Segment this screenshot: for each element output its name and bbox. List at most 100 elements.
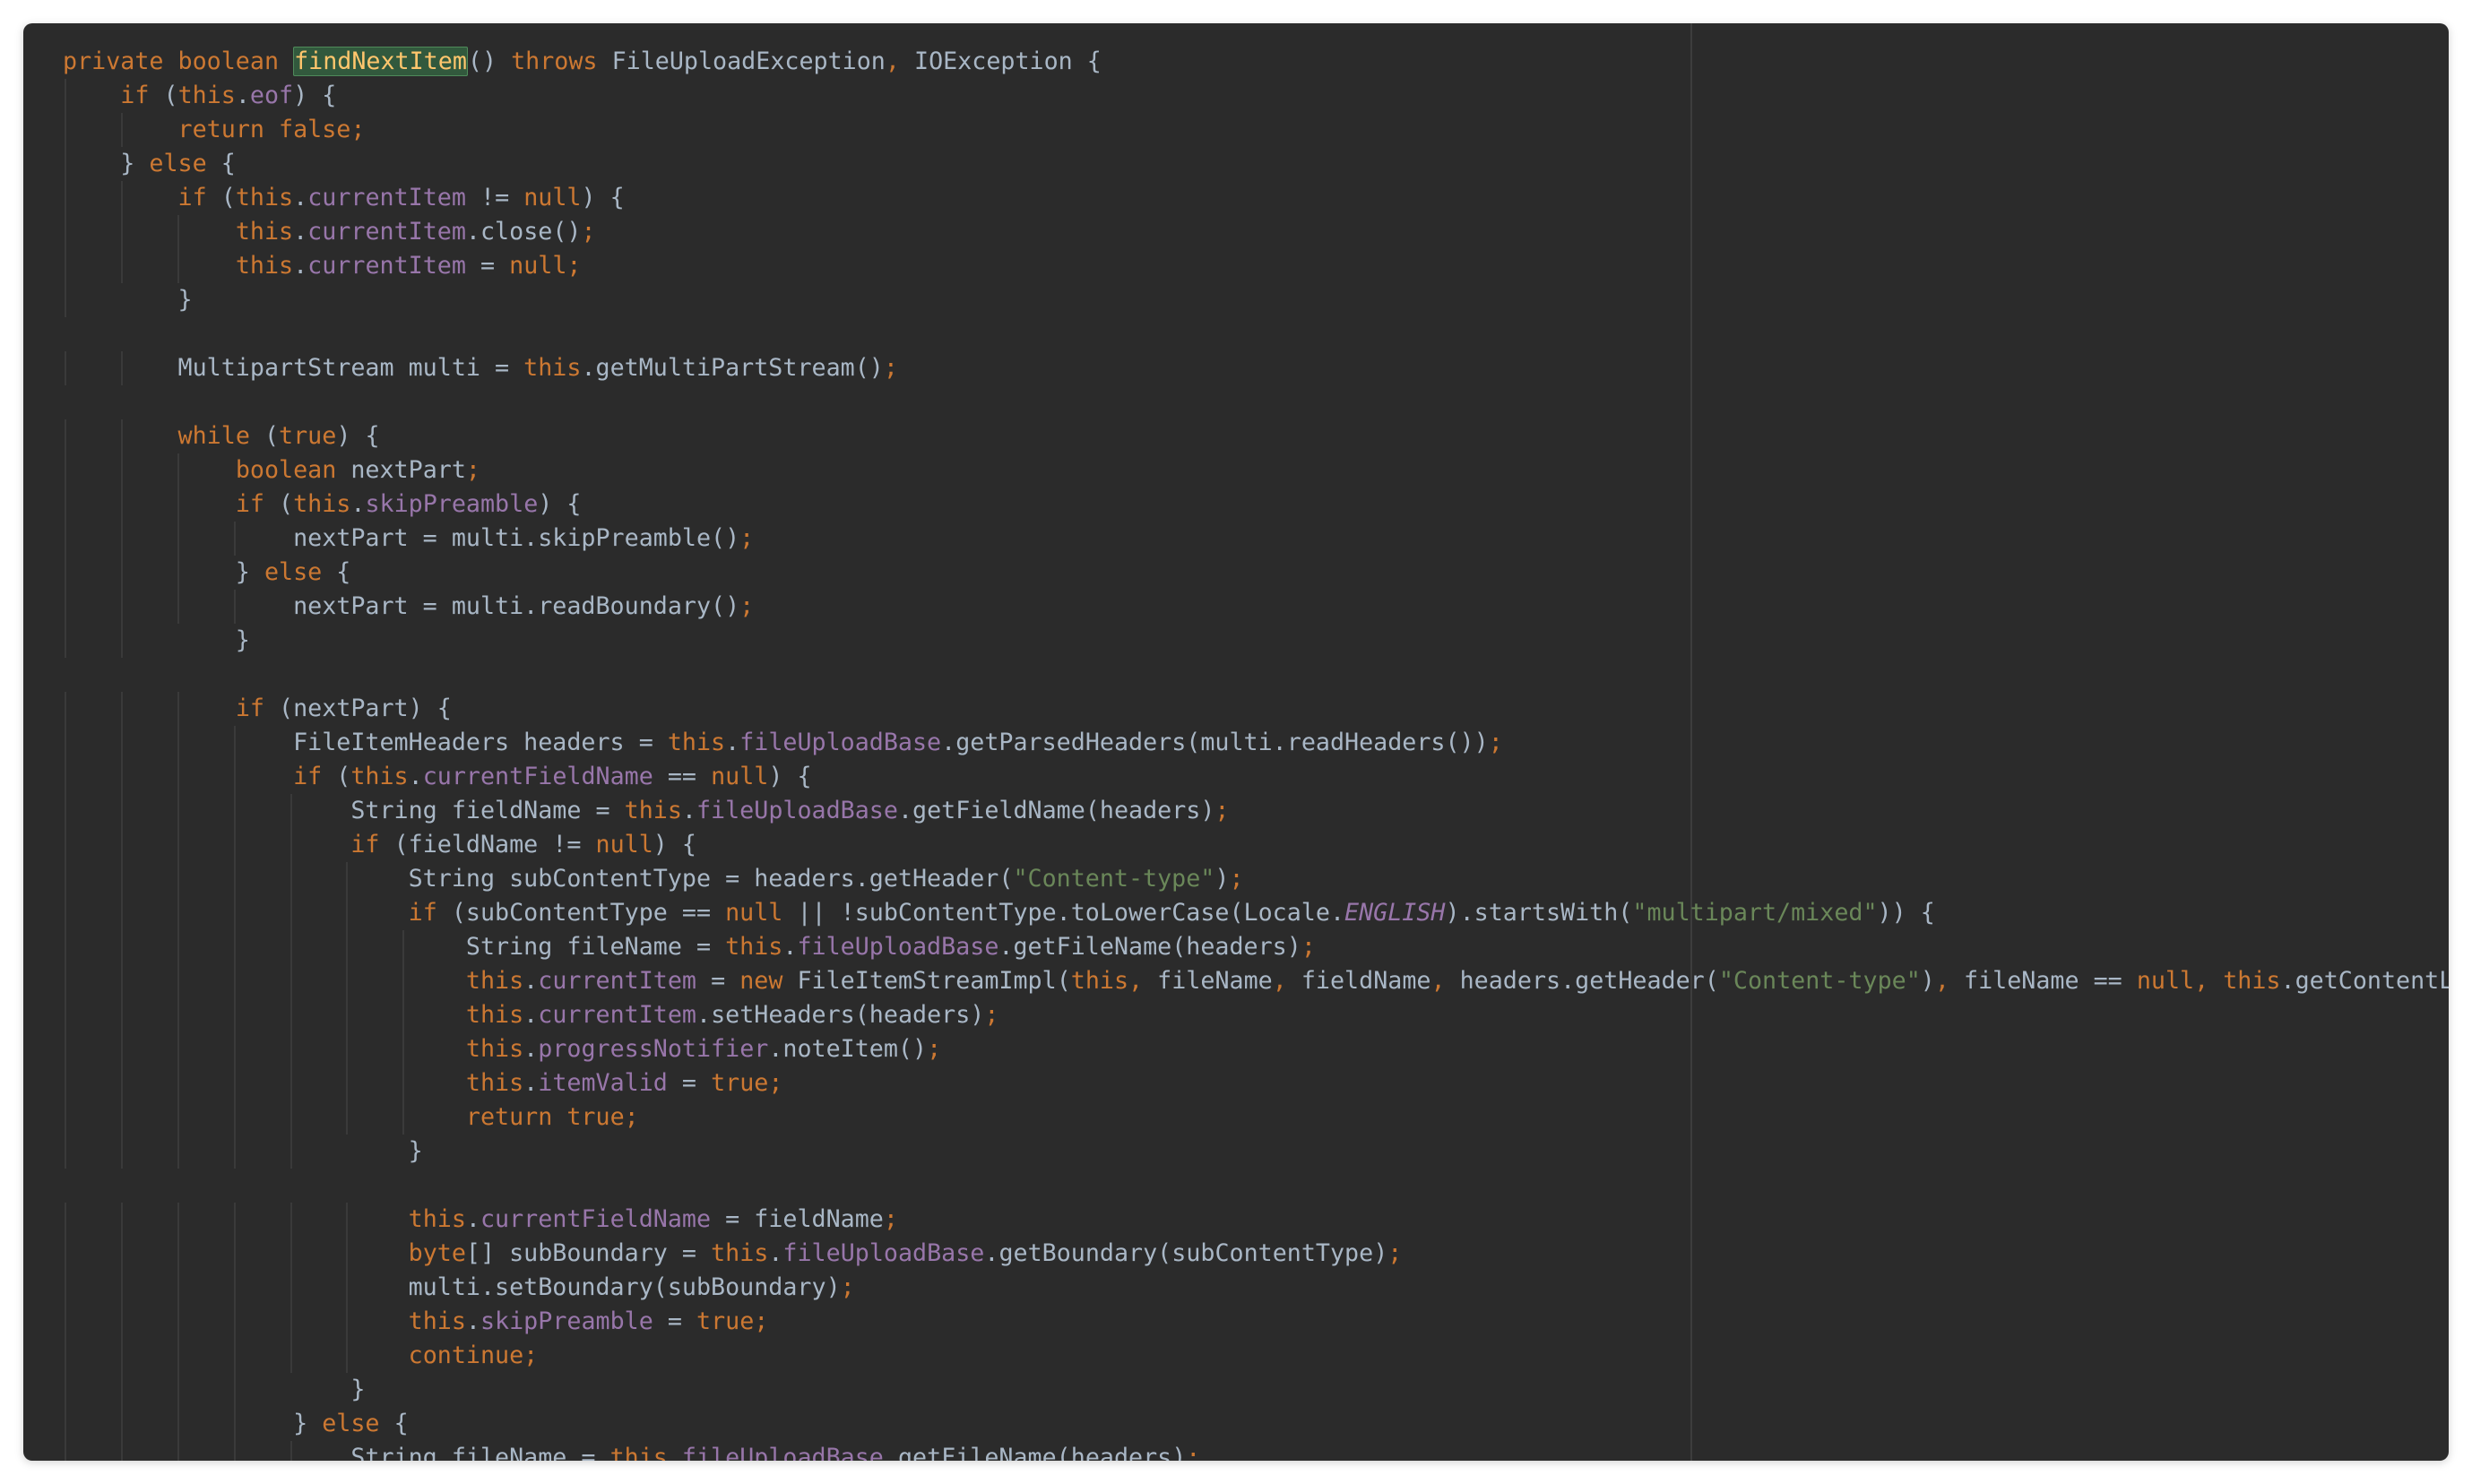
indent-guide [120, 1441, 123, 1461]
indent-guide [290, 1305, 292, 1339]
indent-guide [65, 113, 66, 147]
code-line: } [63, 283, 2449, 317]
indent-guide [65, 1407, 66, 1441]
indent-guide [120, 522, 123, 556]
indent-guide [233, 794, 236, 828]
indent-guide [233, 1066, 236, 1100]
indent-guide [65, 794, 66, 828]
code-token: this [235, 184, 294, 211]
indent-guide [120, 1305, 123, 1339]
indent-guide [65, 1373, 66, 1407]
code-token: String subContentType = headers.getHeade… [63, 865, 1014, 893]
code-token: this [465, 967, 524, 995]
code-token: } [63, 558, 264, 586]
code-line: if (this.currentItem != null) { [63, 181, 2449, 215]
code-line: if (subContentType == null || !subConten… [63, 896, 2449, 930]
indent-guide [120, 215, 123, 249]
indent-guide [290, 1100, 292, 1135]
code-token: fileUploadBase [681, 1444, 884, 1461]
code-token: this, [1070, 967, 1158, 995]
indent-guide [65, 1305, 66, 1339]
indent-guide [402, 1100, 405, 1135]
code-token: String fileName = [63, 933, 726, 961]
code-token: FileItemStreamImpl( [797, 967, 1071, 995]
indent-guide [65, 1237, 66, 1271]
code-token: null; [509, 252, 582, 280]
indent-guide [65, 1271, 66, 1305]
code-token: . [235, 82, 250, 109]
indent-guide [65, 249, 66, 283]
code-token: null [523, 184, 582, 211]
code-token: .getFileName(headers) [998, 933, 1301, 961]
indent-guide [233, 1203, 236, 1237]
indent-guide [233, 1407, 236, 1441]
indent-guide [65, 1203, 66, 1237]
indent-guide [120, 1373, 123, 1407]
indent-guide [120, 1237, 123, 1271]
indent-guide [402, 998, 405, 1032]
code-token: "Content-type" [1013, 865, 1215, 893]
indent-guide [120, 862, 123, 896]
indent-guide [346, 1237, 349, 1271]
indent-guide [290, 1441, 292, 1461]
code-line: } [63, 624, 2449, 658]
code-token: .close() [465, 218, 582, 246]
code-token: ; [984, 1001, 999, 1029]
code-token: nextPart = multi.readBoundary() [63, 592, 740, 620]
code-token: this [465, 1069, 524, 1097]
code-token: != [465, 184, 524, 211]
code-token: throws [511, 47, 612, 75]
indent-guide [65, 1441, 66, 1461]
code-line: MultipartStream multi = this.getMultiPar… [63, 351, 2449, 385]
code-token: { [336, 558, 351, 586]
code-token: MultipartStream multi = [63, 354, 524, 382]
indent-guide [233, 522, 236, 556]
code-token: nextPart [350, 456, 466, 484]
code-token: ).startsWith( [1445, 899, 1633, 927]
indent-guide [177, 249, 179, 283]
code-token: )) { [1877, 899, 1935, 927]
indent-guide [177, 1271, 179, 1305]
code-token: this [523, 354, 582, 382]
code-token: currentItem [538, 967, 696, 995]
code-token: this [408, 1307, 466, 1335]
indent-guide [233, 760, 236, 794]
indent-guide [65, 624, 66, 658]
code-token: ; [883, 1205, 898, 1233]
code-token: , [1430, 967, 1460, 995]
indent-guide [402, 930, 405, 964]
indent-guide [65, 930, 66, 964]
indent-guide [290, 998, 292, 1032]
code-token: currentItem [538, 1001, 696, 1029]
indent-guide [233, 1100, 236, 1135]
code-token: fileName [1157, 967, 1273, 995]
code-token: if [408, 899, 452, 927]
code-token: , [1272, 967, 1301, 995]
indent-guide [65, 1066, 66, 1100]
code-token: byte [408, 1239, 466, 1267]
code-token: this [711, 1239, 769, 1267]
indent-guide [177, 896, 179, 930]
indent-guide [120, 181, 123, 215]
indent-guide [402, 1066, 405, 1100]
indent-guide [233, 1237, 236, 1271]
code-token: () [467, 47, 512, 75]
code-token: . [465, 1307, 480, 1335]
code-token: fileUploadBase [782, 1239, 985, 1267]
indent-guide [290, 1339, 292, 1373]
code-token: , [1934, 967, 1964, 995]
code-line: String subContentType = headers.getHeade… [63, 862, 2449, 896]
code-token: this [667, 729, 726, 756]
code-token: . [293, 184, 308, 211]
indent-guide [290, 896, 292, 930]
code-token: itemValid [538, 1069, 668, 1097]
indent-guide [233, 998, 236, 1032]
code-area[interactable]: private boolean findNextItem() throws Fi… [63, 45, 2449, 1461]
indent-guide [346, 1100, 349, 1135]
code-token: String fileName = [63, 1444, 610, 1461]
indent-guide [177, 590, 179, 624]
code-token: ( [279, 490, 294, 518]
